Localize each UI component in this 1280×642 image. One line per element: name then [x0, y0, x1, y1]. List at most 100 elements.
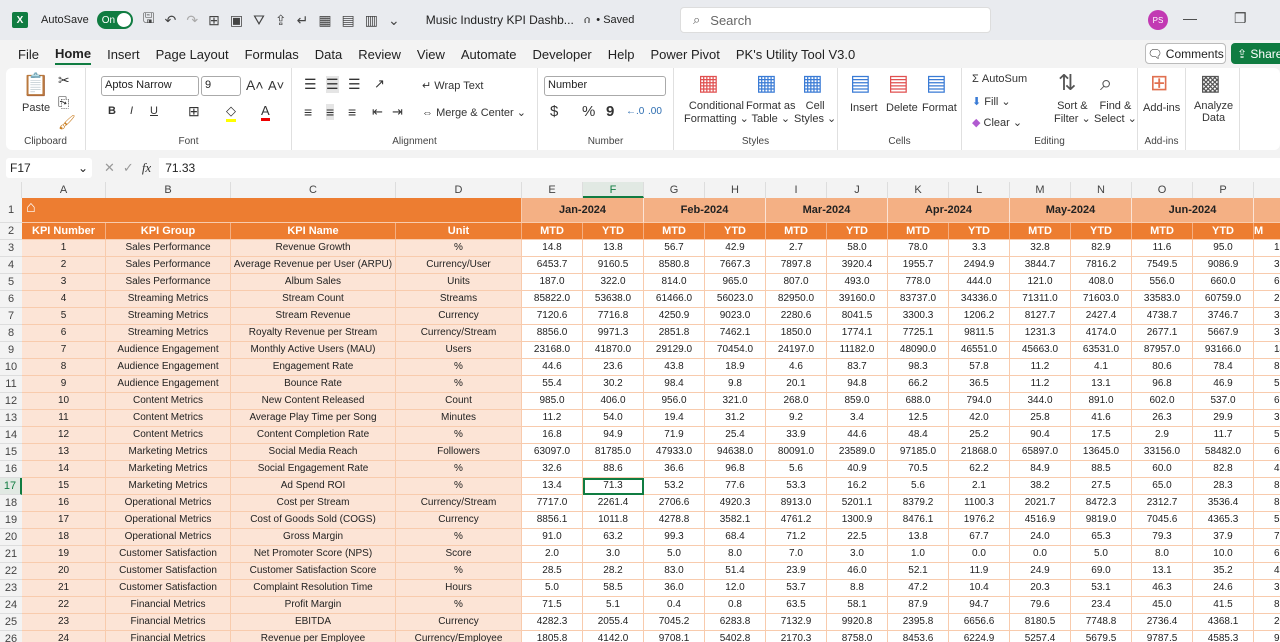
- wrap-text-button[interactable]: ↵ Wrap Text: [422, 79, 483, 92]
- redo-icon[interactable]: ↷: [186, 12, 198, 29]
- value-cell[interactable]: 5201.1: [827, 495, 888, 512]
- kpi-unit-cell[interactable]: %: [396, 240, 522, 257]
- insert-function-icon[interactable]: fx: [142, 160, 151, 176]
- value-cell[interactable]: 53.3: [766, 478, 827, 495]
- conditional-formatting-button[interactable]: Conditional Formatting ⌄: [684, 100, 749, 125]
- select-all-corner[interactable]: [0, 182, 22, 198]
- kpi-group-cell[interactable]: Audience Engagement: [106, 342, 231, 359]
- kpi-name-cell[interactable]: Stream Revenue: [231, 308, 396, 325]
- kpi-group-cell[interactable]: Customer Satisfaction: [106, 580, 231, 597]
- kpi-unit-cell[interactable]: Currency: [396, 614, 522, 631]
- kpi-unit-cell[interactable]: Currency/Employee: [396, 631, 522, 642]
- value-cell[interactable]: 55.4: [522, 376, 583, 393]
- kpi-name-cell[interactable]: Album Sales: [231, 274, 396, 291]
- calculator2-icon[interactable]: ▥: [365, 12, 378, 29]
- share-icon[interactable]: ⇪: [275, 12, 287, 29]
- kpi-number-cell[interactable]: 23: [22, 614, 106, 631]
- value-cell[interactable]: 8913.0: [766, 495, 827, 512]
- value-cell[interactable]: 7462.1: [705, 325, 766, 342]
- value-cell[interactable]: 807.0: [766, 274, 827, 291]
- value-cell[interactable]: 2.1: [949, 478, 1010, 495]
- value-cell[interactable]: 35.2: [1193, 563, 1254, 580]
- value-cell[interactable]: 406.0: [583, 393, 644, 410]
- row-header-4[interactable]: 4: [0, 257, 22, 274]
- kpi-number-cell[interactable]: 18: [22, 529, 106, 546]
- value-cell[interactable]: 5.1: [583, 597, 644, 614]
- value-cell[interactable]: 13645.0: [1071, 444, 1132, 461]
- kpi-name-cell[interactable]: Content Completion Rate: [231, 427, 396, 444]
- value-cell[interactable]: 81785.0: [583, 444, 644, 461]
- value-cell[interactable]: 8: [1254, 478, 1280, 495]
- value-cell[interactable]: 6656.6: [949, 614, 1010, 631]
- value-cell[interactable]: 42.0: [949, 410, 1010, 427]
- value-cell[interactable]: 61466.0: [644, 291, 705, 308]
- paste-button[interactable]: Paste: [22, 102, 50, 114]
- decrease-decimal-icon[interactable]: .00: [648, 106, 662, 117]
- value-cell[interactable]: 62: [1254, 393, 1280, 410]
- value-cell[interactable]: 82950.0: [766, 291, 827, 308]
- kpi-group-cell[interactable]: Marketing Metrics: [106, 444, 231, 461]
- column-header-C[interactable]: C: [231, 182, 396, 198]
- row-header-18[interactable]: 18: [0, 495, 22, 512]
- cancel-icon[interactable]: ✕: [104, 160, 115, 176]
- value-cell[interactable]: 891.0: [1071, 393, 1132, 410]
- value-cell[interactable]: 23.9: [766, 563, 827, 580]
- value-cell[interactable]: 23589.0: [827, 444, 888, 461]
- value-cell[interactable]: 2736.4: [1132, 614, 1193, 631]
- kpi-unit-cell[interactable]: %: [396, 563, 522, 580]
- row-header-6[interactable]: 6: [0, 291, 22, 308]
- value-cell[interactable]: 13.1: [1132, 563, 1193, 580]
- find-select-button[interactable]: Find & Select ⌄: [1094, 100, 1137, 125]
- value-cell[interactable]: 5.6: [888, 478, 949, 495]
- value-cell[interactable]: 63097.0: [522, 444, 583, 461]
- kpi-group-cell[interactable]: Audience Engagement: [106, 359, 231, 376]
- format-as-table-icon[interactable]: ▦: [756, 70, 777, 96]
- value-cell[interactable]: 5.0: [522, 580, 583, 597]
- kpi-unit-cell[interactable]: %: [396, 376, 522, 393]
- kpi-number-cell[interactable]: 14: [22, 461, 106, 478]
- kpi-group-cell[interactable]: Marketing Metrics: [106, 461, 231, 478]
- value-cell[interactable]: 4278.8: [644, 512, 705, 529]
- column-header-F[interactable]: F: [583, 182, 644, 198]
- value-cell[interactable]: 2677.1: [1132, 325, 1193, 342]
- column-header-K[interactable]: K: [888, 182, 949, 198]
- value-cell[interactable]: 60.0: [1132, 461, 1193, 478]
- value-cell[interactable]: 18.9: [705, 359, 766, 376]
- align-top-icon[interactable]: ☰: [304, 76, 317, 93]
- value-cell[interactable]: 670: [1254, 444, 1280, 461]
- column-header-N[interactable]: N: [1071, 182, 1132, 198]
- kpi-number-cell[interactable]: 17: [22, 512, 106, 529]
- value-cell[interactable]: 47933.0: [644, 444, 705, 461]
- value-cell[interactable]: 9086.9: [1193, 257, 1254, 274]
- value-cell[interactable]: 7132.9: [766, 614, 827, 631]
- kpi-unit-cell[interactable]: Score: [396, 546, 522, 563]
- value-cell[interactable]: 13.1: [1071, 376, 1132, 393]
- value-cell[interactable]: 25.4: [705, 427, 766, 444]
- value-cell[interactable]: 8379.2: [888, 495, 949, 512]
- font-size-select[interactable]: 9: [201, 76, 241, 96]
- value-cell[interactable]: 16.8: [522, 427, 583, 444]
- value-cell[interactable]: 79.6: [1010, 597, 1071, 614]
- value-cell[interactable]: 45663.0: [1010, 342, 1071, 359]
- value-cell[interactable]: 268.0: [766, 393, 827, 410]
- kpi-name-cell[interactable]: Ad Spend ROI: [231, 478, 396, 495]
- value-cell[interactable]: 3920.4: [827, 257, 888, 274]
- value-cell[interactable]: 11.9: [949, 563, 1010, 580]
- value-cell[interactable]: 98.4: [644, 376, 705, 393]
- row-header-1[interactable]: 1: [0, 198, 22, 223]
- value-cell[interactable]: 60759.0: [1193, 291, 1254, 308]
- value-cell[interactable]: 43.8: [644, 359, 705, 376]
- value-cell[interactable]: 79.3: [1132, 529, 1193, 546]
- value-cell[interactable]: 3.4: [827, 410, 888, 427]
- value-cell[interactable]: 556.0: [1132, 274, 1193, 291]
- font-name-select[interactable]: Aptos Narrow: [101, 76, 199, 96]
- kpi-name-cell[interactable]: Cost of Goods Sold (COGS): [231, 512, 396, 529]
- value-cell[interactable]: 0.0: [1010, 546, 1071, 563]
- value-cell[interactable]: 67.7: [949, 529, 1010, 546]
- row-header-11[interactable]: 11: [0, 376, 22, 393]
- value-cell[interactable]: 29129.0: [644, 342, 705, 359]
- kpi-name-cell[interactable]: Stream Count: [231, 291, 396, 308]
- customize-icon[interactable]: ⌄: [388, 12, 400, 29]
- row-header-25[interactable]: 25: [0, 614, 22, 631]
- comma-button[interactable]: 9: [606, 103, 614, 120]
